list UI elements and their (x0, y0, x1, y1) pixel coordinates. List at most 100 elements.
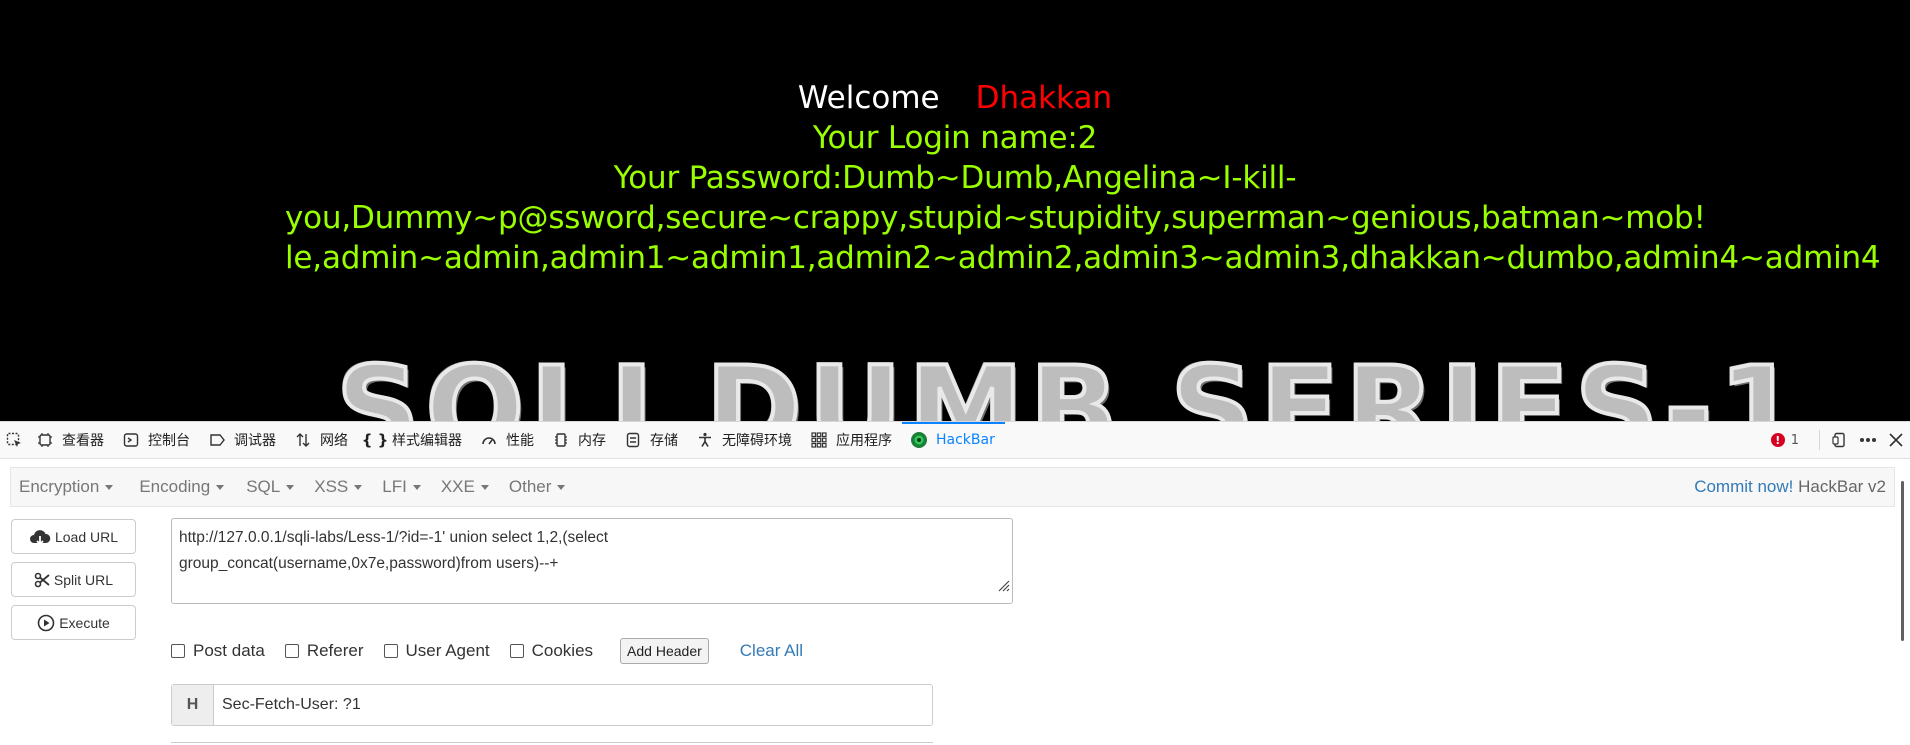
play-circle-icon (37, 614, 55, 632)
menu-label: LFI (382, 477, 407, 496)
menu-label: SQL (246, 477, 281, 496)
page-viewport: Welcome Dhakkan Your Login name:2 Your Pa… (0, 0, 1910, 421)
execute-button[interactable]: Execute (11, 605, 136, 640)
application-icon (810, 431, 828, 449)
caret-down-icon (354, 484, 363, 490)
menu-lfi[interactable]: LFI (374, 477, 433, 497)
devtools-toolbar: 查看器 控制台 调试器 网络 { } 样式编辑器 性能 内存 存储 无障碍环境 … (0, 421, 1910, 459)
menu-encoding[interactable]: Encoding (131, 477, 236, 497)
menu-label: Encryption (19, 477, 100, 496)
caret-down-icon (412, 484, 421, 490)
menu-xss[interactable]: XSS (306, 477, 374, 497)
menu-sql[interactable]: SQL (238, 477, 306, 497)
more-options-icon[interactable] (1854, 422, 1882, 459)
tab-style-editor[interactable]: { } 样式编辑器 (358, 422, 472, 459)
style-editor-icon: { } (361, 431, 389, 449)
caret-down-icon (286, 484, 295, 490)
checkbox-label: User Agent (405, 641, 490, 660)
checkbox-label: Cookies (531, 641, 594, 660)
menu-xxe[interactable]: XXE (433, 477, 501, 497)
tab-memory[interactable]: 内存 (544, 422, 616, 459)
referer-checkbox[interactable]: Referer (284, 641, 364, 661)
tab-application[interactable]: 应用程序 (802, 422, 902, 459)
element-picker-icon[interactable] (0, 422, 28, 459)
accessibility-icon (696, 431, 714, 449)
hackbar-icon (910, 431, 928, 449)
url-textarea[interactable]: http://127.0.0.1/sqli-labs/Less-1/?id=-1… (171, 518, 1013, 604)
header-key-label: H (172, 685, 214, 725)
tab-label: 无障碍环境 (722, 433, 792, 449)
menu-label: Encoding (139, 477, 211, 496)
tab-label: 调试器 (234, 433, 276, 449)
tab-label: 内存 (578, 433, 606, 449)
responsive-design-icon[interactable] (1826, 422, 1854, 459)
error-count-badge[interactable]: ! 1 (1770, 432, 1799, 448)
welcome-text: Welcome (797, 80, 940, 116)
caret-down-icon (216, 484, 225, 490)
commit-now-link[interactable]: Commit now! (1694, 477, 1793, 496)
user-name: Dhakkan (975, 80, 1113, 116)
hackbar-version: HackBar v2 (1798, 477, 1886, 496)
add-header-button[interactable]: Add Header (620, 638, 709, 664)
tab-performance[interactable]: 性能 (472, 422, 544, 459)
tab-label: 查看器 (62, 433, 104, 449)
tab-label: HackBar (936, 432, 995, 448)
menu-label: Other (508, 477, 552, 496)
series-banner-image: SQLI DUMB SERIES-1 (334, 342, 1806, 422)
menu-label: XXE (440, 477, 475, 496)
welcome-line: Welcome Dhakkan (0, 78, 1910, 118)
password-line-1: Your Password:Dumb~Dumb,Angelina~I-kill- (613, 160, 1297, 196)
tab-console[interactable]: 控制台 (114, 422, 200, 459)
tab-label: 性能 (506, 433, 534, 449)
tab-label: 存储 (650, 433, 678, 449)
tab-label: 控制台 (148, 433, 190, 449)
options-row: Post data Referer User Agent Cookies Add… (171, 638, 803, 664)
menu-encryption[interactable]: Encryption (11, 477, 125, 497)
login-name-line: Your Login name:2 (812, 120, 1098, 156)
resize-grip-icon[interactable] (996, 575, 1010, 601)
tab-accessibility[interactable]: 无障碍环境 (688, 422, 802, 459)
commit-area: Commit now! HackBar v2 (1694, 477, 1886, 497)
user-agent-checkbox[interactable]: User Agent (383, 641, 490, 661)
hackbar-scrollbar[interactable] (1896, 467, 1910, 745)
url-line-2: group_concat(username,0x7e,password)from… (179, 555, 559, 572)
caret-down-icon (480, 484, 489, 490)
clear-all-link[interactable]: Clear All (740, 641, 803, 661)
tab-storage[interactable]: 存储 (616, 422, 688, 459)
tab-label: 网络 (320, 433, 348, 449)
password-line-2: you,Dummy~p@ssword,secure~crappy,stupid~… (285, 200, 1706, 236)
tab-hackbar[interactable]: HackBar (902, 421, 1005, 459)
menu-label: XSS (314, 477, 349, 496)
header-input-row: H Sec-Fetch-User: ?1 (171, 684, 933, 726)
header-value-input[interactable]: Sec-Fetch-User: ?1 (214, 685, 932, 725)
button-label: Split URL (53, 571, 114, 588)
button-label: Load URL (54, 528, 119, 545)
url-line-1: http://127.0.0.1/sqli-labs/Less-1/?id=-1… (179, 529, 609, 546)
error-icon: ! (1770, 433, 1785, 447)
debugger-icon (208, 431, 226, 449)
split-url-button[interactable]: Split URL (11, 562, 136, 597)
scissors-icon (34, 572, 50, 588)
checkbox-label: Post data (193, 641, 265, 660)
cloud-download-icon (29, 529, 51, 545)
cookies-checkbox[interactable]: Cookies (509, 641, 594, 661)
caret-down-icon (557, 484, 566, 490)
post-data-checkbox[interactable]: Post data (171, 641, 265, 661)
tab-inspector[interactable]: 查看器 (28, 422, 114, 459)
checkbox-label: Referer (306, 641, 364, 660)
tab-debugger[interactable]: 调试器 (200, 422, 286, 459)
load-url-button[interactable]: Load URL (11, 519, 136, 554)
menu-other[interactable]: Other (501, 477, 578, 497)
memory-icon (552, 431, 570, 449)
button-label: Execute (59, 614, 110, 631)
caret-down-icon (105, 484, 114, 490)
storage-icon (624, 431, 642, 449)
tab-network[interactable]: 网络 (286, 422, 358, 459)
hackbar-menu: Encryption Encoding SQL XSS LFI XXE Othe… (10, 467, 1895, 507)
inspector-icon (36, 431, 54, 449)
password-line-3: le,admin~admin,admin1~admin1,admin2~admi… (285, 240, 1881, 276)
performance-icon (480, 431, 498, 449)
result-text: Your Login name:2 Your Password:Dumb~Dum… (285, 118, 1881, 278)
close-icon[interactable] (1882, 422, 1910, 459)
error-count: 1 (1790, 432, 1799, 448)
